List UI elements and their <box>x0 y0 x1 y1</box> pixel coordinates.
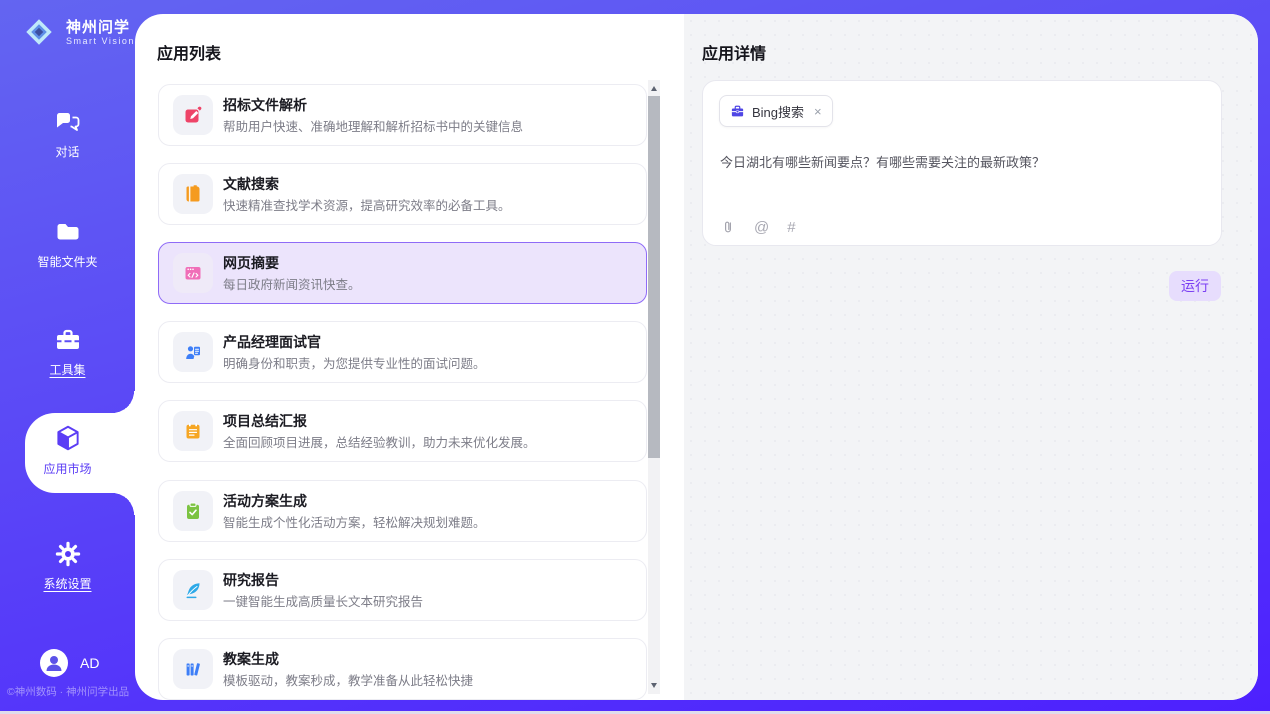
app-icon-box <box>173 253 213 293</box>
app-detail-panel: 应用详情 Bing搜索 × 今日湖北有哪些新闻要点？有哪些需要关注的最新政策？ <box>684 14 1258 700</box>
clipboard-check-icon <box>183 501 203 521</box>
active-nav-curve-top <box>112 391 135 413</box>
app-card-bid-doc-analysis[interactable]: 招标文件解析 帮助用户快速、准确地理解和解析招标书中的关键信息 <box>158 84 647 146</box>
run-button[interactable]: 运行 <box>1169 271 1221 301</box>
app-icon-box <box>173 174 213 214</box>
scrollbar-down-arrow-icon[interactable] <box>651 683 657 688</box>
app-icon-box <box>173 649 213 689</box>
app-card-desc: 快速精准查找学术资源，提高研究效率的必备工具。 <box>223 195 511 214</box>
app-card-desc: 每日政府新闻资讯快查。 <box>223 274 361 293</box>
sidebar-item-chat[interactable]: 对话 <box>0 108 135 160</box>
tool-tag-label: Bing搜索 <box>752 102 804 121</box>
app-icon-box <box>173 332 213 372</box>
quill-icon <box>183 580 203 600</box>
tool-tag-close-icon[interactable]: × <box>814 104 822 119</box>
app-card-desc: 模板驱动，教案秒成，教学准备从此轻松快捷 <box>223 670 473 689</box>
sidebar-item-smart-folder[interactable]: 智能文件夹 <box>0 218 135 270</box>
sidebar-item-toolset[interactable]: 工具集 <box>0 326 135 378</box>
app-card-desc: 明确身份和职责，为您提供专业性的面试问题。 <box>223 353 486 372</box>
app-icon-box <box>173 95 213 135</box>
sidebar-item-label: 对话 <box>0 143 135 160</box>
sidebar-item-label: 应用市场 <box>0 460 135 477</box>
prompt-editor[interactable]: Bing搜索 × 今日湖北有哪些新闻要点？有哪些需要关注的最新政策？ @ # <box>702 80 1222 246</box>
tool-tag-bing-search[interactable]: Bing搜索 × <box>719 95 833 127</box>
query-text-input[interactable]: 今日湖北有哪些新闻要点？有哪些需要关注的最新政策？ <box>720 152 1205 171</box>
active-nav-curve-bottom <box>112 493 135 515</box>
app-card-event-plan[interactable]: 活动方案生成 智能生成个性化活动方案，轻松解决规划难题。 <box>158 480 647 542</box>
sidebar-item-settings[interactable]: 系统设置 <box>0 540 135 592</box>
briefcase-icon <box>730 104 745 119</box>
chat-icon <box>54 108 82 136</box>
app-card-desc: 智能生成个性化活动方案，轻松解决规划难题。 <box>223 512 486 531</box>
sidebar-footer: ©神州数码 · 神州问学出品 <box>7 684 142 699</box>
attachment-icon[interactable] <box>720 218 736 236</box>
app-list-scrollbar[interactable] <box>648 80 660 694</box>
sidebar-item-label: 智能文件夹 <box>0 253 135 270</box>
app-card-title: 文献搜索 <box>223 174 279 194</box>
browser-code-icon <box>183 263 203 283</box>
brand-logo: 神州问学 Smart Vision <box>20 13 135 51</box>
mention-icon[interactable]: @ <box>754 219 769 236</box>
brand-name: 神州问学 <box>66 19 135 36</box>
app-list-title: 应用列表 <box>157 40 221 64</box>
toolbox-icon <box>54 326 82 354</box>
app-card-title: 产品经理面试官 <box>223 332 321 352</box>
hash-icon[interactable]: # <box>787 219 795 236</box>
notepad-icon <box>183 421 203 441</box>
app-card-title: 招标文件解析 <box>223 95 307 115</box>
user-name: AD <box>80 655 99 671</box>
app-card-title: 教案生成 <box>223 649 279 669</box>
edit-square-icon <box>183 105 203 125</box>
app-card-project-summary[interactable]: 项目总结汇报 全面回顾项目进展，总结经验教训，助力未来优化发展。 <box>158 400 647 462</box>
interviewer-icon <box>183 342 203 362</box>
app-card-desc: 全面回顾项目进展，总结经验教训，助力未来优化发展。 <box>223 432 536 451</box>
brand-subtitle: Smart Vision <box>66 36 135 46</box>
app-card-title: 研究报告 <box>223 570 279 590</box>
app-detail-title: 应用详情 <box>702 40 766 64</box>
app-card-pm-interviewer[interactable]: 产品经理面试官 明确身份和职责，为您提供专业性的面试问题。 <box>158 321 647 383</box>
gear-icon <box>54 540 82 568</box>
app-icon-box <box>173 570 213 610</box>
app-card-title: 项目总结汇报 <box>223 411 307 431</box>
app-card-title: 活动方案生成 <box>223 491 307 511</box>
scrollbar-thumb[interactable] <box>648 96 660 458</box>
app-card-desc: 帮助用户快速、准确地理解和解析招标书中的关键信息 <box>223 116 523 135</box>
scrollbar-up-arrow-icon[interactable] <box>651 86 657 91</box>
books-icon <box>183 659 203 679</box>
app-card-literature-search[interactable]: 文献搜索 快速精准查找学术资源，提高研究效率的必备工具。 <box>158 163 647 225</box>
folder-icon <box>54 218 82 246</box>
app-icon-box <box>173 491 213 531</box>
app-card-lesson-plan[interactable]: 教案生成 模板驱动，教案秒成，教学准备从此轻松快捷 <box>158 638 647 700</box>
sidebar-item-app-market[interactable]: 应用市场 <box>0 423 135 477</box>
app-card-desc: 一键智能生成高质量长文本研究报告 <box>223 591 423 610</box>
diamond-logo-icon <box>20 13 58 51</box>
app-card-title: 网页摘要 <box>223 253 279 273</box>
book-icon <box>183 184 203 204</box>
app-window: 神州问学 Smart Vision 对话 智能文件夹 工具集 <box>0 0 1270 714</box>
sidebar-item-label: 系统设置 <box>0 575 135 592</box>
app-card-web-summary[interactable]: 网页摘要 每日政府新闻资讯快查。 <box>158 242 647 304</box>
cube-icon <box>53 423 83 453</box>
app-icon-box <box>173 411 213 451</box>
user-avatar[interactable] <box>40 649 68 677</box>
main-content: 应用列表 招标文件解析 帮助用户快速、准确地理解和解析招标书中的关键信息 <box>135 14 1258 700</box>
app-card-research-report[interactable]: 研究报告 一键智能生成高质量长文本研究报告 <box>158 559 647 621</box>
user-avatar-icon <box>40 649 68 677</box>
sidebar-item-label: 工具集 <box>0 361 135 378</box>
